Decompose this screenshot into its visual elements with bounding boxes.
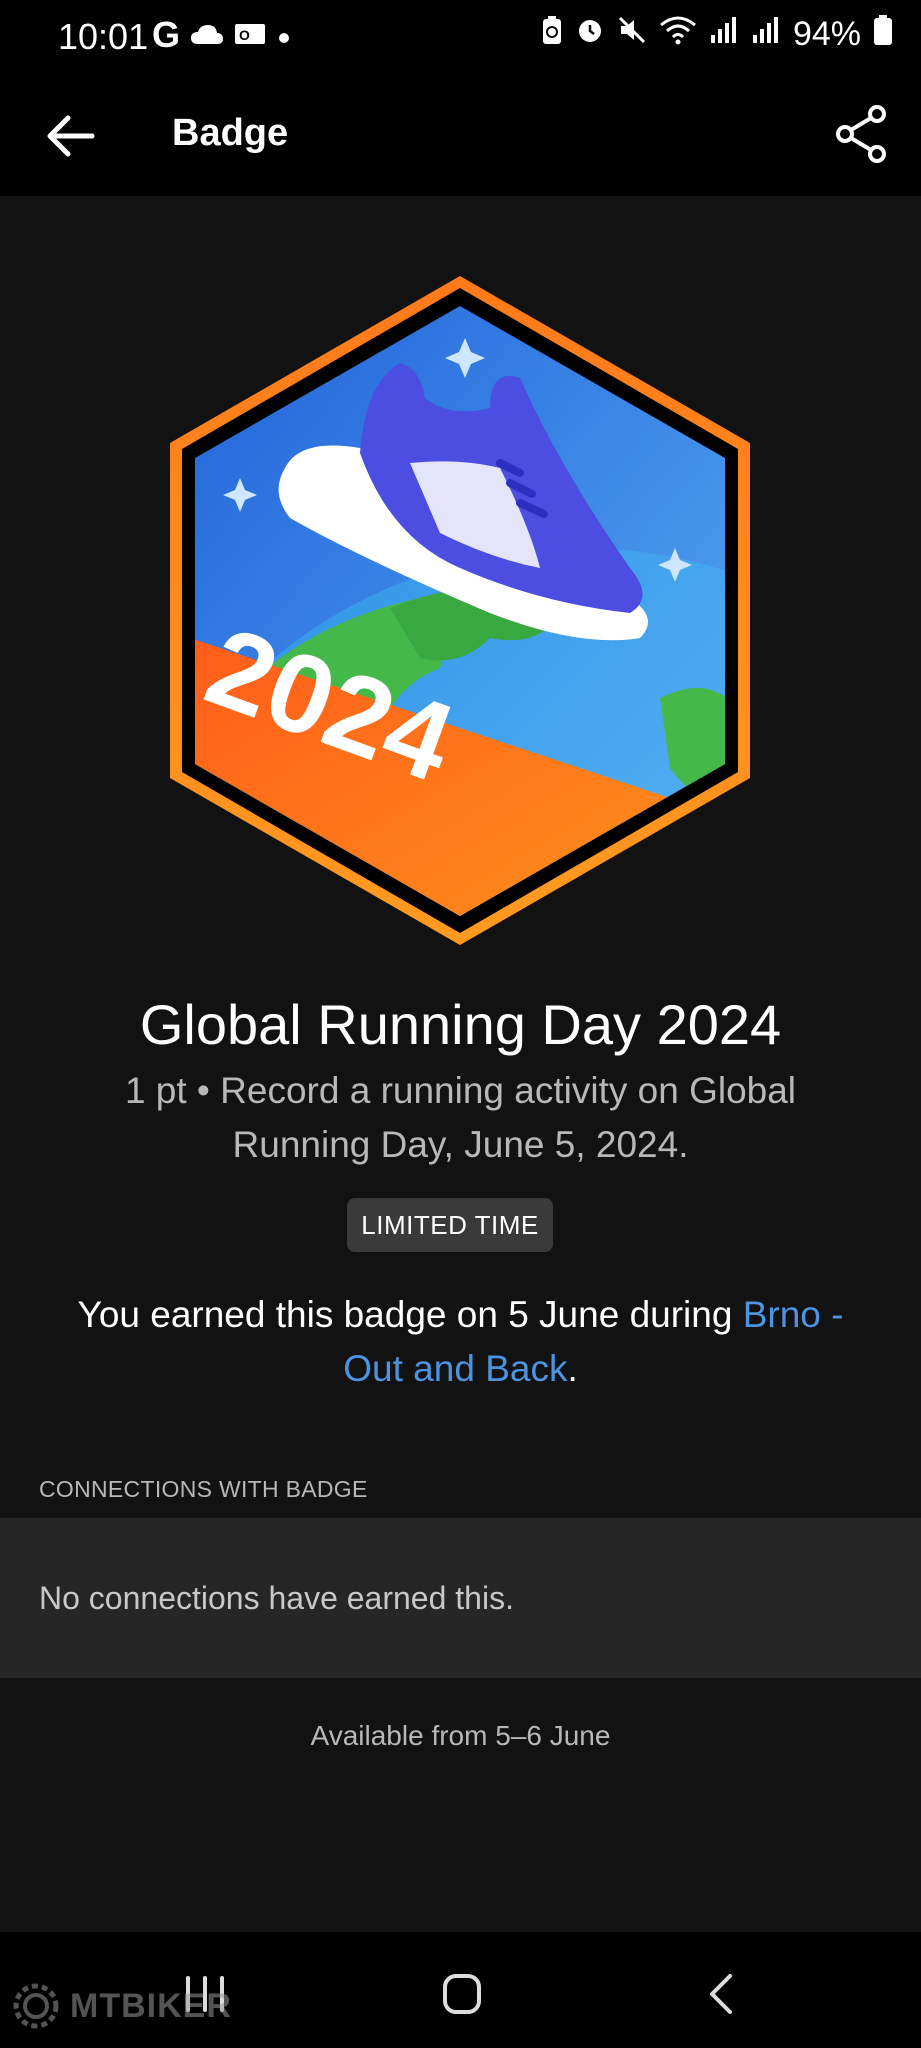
- dot-icon: [276, 17, 292, 54]
- back-button[interactable]: [40, 104, 104, 168]
- share-button[interactable]: [831, 102, 891, 166]
- cloud-icon: [190, 17, 224, 54]
- google-icon: G: [152, 14, 181, 55]
- badge-description: 1 pt • Record a running activity on Glob…: [124, 1070, 797, 1165]
- battery-saver-icon: [541, 15, 563, 54]
- alarm-icon: [575, 15, 605, 54]
- app-bar: Badge: [0, 78, 921, 196]
- page-title: Badge: [172, 112, 289, 154]
- watermark-text: MTBIKER: [70, 1986, 232, 2025]
- earned-text: You earned this badge on 5 June during: [77, 1294, 743, 1335]
- home-button[interactable]: [442, 1972, 482, 2016]
- earned-suffix: .: [567, 1348, 578, 1389]
- connections-section-label: CONNECTIONS WITH BADGE: [39, 1476, 368, 1502]
- wifi-icon: [659, 15, 697, 54]
- availability-text: Available from 5–6 June: [310, 1720, 611, 1751]
- badge-image: 2024: [160, 268, 760, 958]
- share-icon: [836, 105, 886, 163]
- battery-icon: [873, 14, 893, 55]
- signal-icon: [751, 15, 781, 54]
- mute-icon: [617, 15, 647, 54]
- connections-panel: No connections have earned this.: [0, 1518, 921, 1678]
- status-bar: 10:01 G O 94%: [0, 0, 921, 78]
- status-time: 10:01: [58, 16, 149, 57]
- gear-icon: [13, 1983, 59, 2029]
- arrow-left-icon: [47, 115, 95, 157]
- back-icon: [710, 1974, 732, 2014]
- home-icon: [443, 1974, 481, 2014]
- svg-text:O: O: [239, 27, 250, 43]
- badge-title: Global Running Day 2024: [139, 993, 782, 1056]
- outlook-icon: O: [234, 17, 266, 54]
- connections-empty-text: No connections have earned this.: [39, 1580, 514, 1616]
- limited-time-badge: LIMITED TIME: [347, 1198, 553, 1252]
- nav-back-button[interactable]: [706, 1972, 738, 2016]
- battery-percent: 94%: [792, 15, 861, 53]
- signal-icon: [709, 15, 739, 54]
- earned-statement: You earned this badge on 5 June during B…: [60, 1288, 861, 1396]
- watermark: MTBIKER: [10, 1980, 232, 2032]
